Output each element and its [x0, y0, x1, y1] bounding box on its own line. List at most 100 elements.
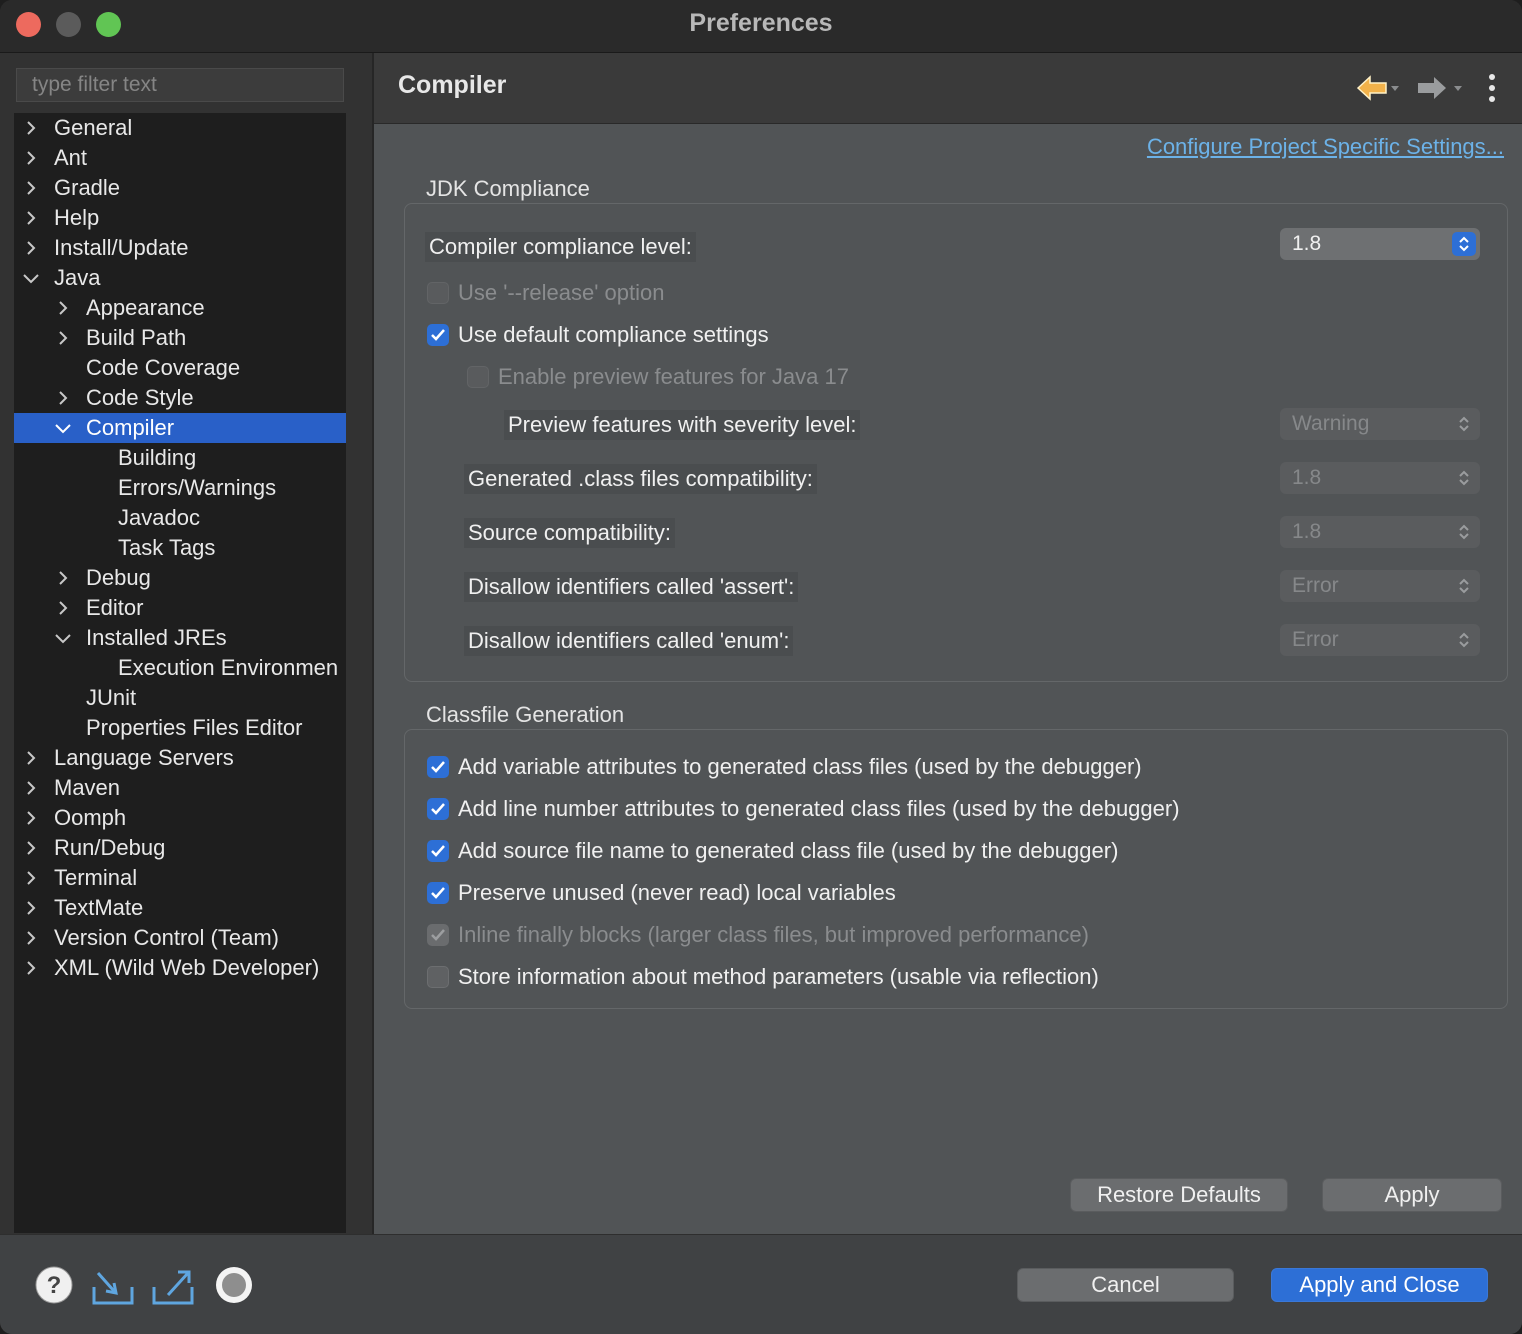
tree-item-help[interactable]: Help — [14, 203, 346, 233]
classfile-option-checkbox[interactable] — [427, 840, 449, 862]
window-title: Preferences — [689, 9, 833, 37]
tree-item-general[interactable]: General — [14, 113, 346, 143]
chevron-down-icon[interactable] — [22, 263, 40, 293]
tree-item-label: General — [54, 115, 133, 140]
tree-item-run-debug[interactable]: Run/Debug — [14, 833, 346, 863]
chevron-right-icon[interactable] — [54, 383, 72, 413]
default-compliance-label: Use default compliance settings — [458, 322, 769, 347]
tree-item-errors-warnings[interactable]: Errors/Warnings — [14, 473, 346, 503]
import-icon[interactable] — [90, 1267, 136, 1312]
tree-item-building[interactable]: Building — [14, 443, 346, 473]
source-compat-value: 1.8 — [1292, 520, 1322, 543]
chevron-right-icon[interactable] — [22, 743, 40, 773]
more-vertical-icon[interactable] — [1484, 73, 1500, 108]
chevron-down-icon[interactable] — [54, 623, 72, 653]
assert-identifier-select[interactable]: Error — [1280, 570, 1480, 602]
tree-item-label: Appearance — [86, 295, 205, 320]
enum-identifier-label: Disallow identifiers called 'enum': — [464, 626, 794, 656]
tree-item-label: Oomph — [54, 805, 127, 830]
tree-item-xml-wild-web-developer[interactable]: XML (Wild Web Developer) — [14, 953, 346, 983]
preview-severity-select[interactable]: Warning — [1280, 408, 1480, 440]
chevron-right-icon[interactable] — [22, 173, 40, 203]
classfile-option-checkbox[interactable] — [427, 924, 449, 946]
jdk-compliance-title: JDK Compliance — [426, 176, 590, 201]
apply-button[interactable]: Apply — [1322, 1178, 1502, 1212]
tree-item-javadoc[interactable]: Javadoc — [14, 503, 346, 533]
release-option-checkbox[interactable] — [427, 282, 449, 304]
tree-item-install-update[interactable]: Install/Update — [14, 233, 346, 263]
apply-and-close-button[interactable]: Apply and Close — [1271, 1268, 1488, 1302]
jdk-compliance-group: Compiler compliance level: 1.8 Use '--re… — [404, 203, 1508, 682]
classfile-generation-title: Classfile Generation — [426, 702, 625, 727]
tree-item-debug[interactable]: Debug — [14, 563, 346, 593]
chevron-right-icon[interactable] — [54, 323, 72, 353]
classfile-option-label: Inline finally blocks (larger class file… — [458, 922, 1089, 947]
preferences-window: Preferences General Ant Gradle Help Install/… — [0, 0, 1522, 1334]
chevron-right-icon[interactable] — [22, 923, 40, 953]
tree-item-gradle[interactable]: Gradle — [14, 173, 346, 203]
chevron-right-icon[interactable] — [22, 203, 40, 233]
tree-item-installed-jres[interactable]: Installed JREs — [14, 623, 346, 653]
class-compat-select[interactable]: 1.8 — [1280, 462, 1480, 494]
tree-item-editor[interactable]: Editor — [14, 593, 346, 623]
preview-features-checkbox[interactable] — [467, 366, 489, 388]
preview-features-label: Enable preview features for Java 17 — [498, 364, 849, 389]
chevron-right-icon[interactable] — [22, 803, 40, 833]
back-arrow-icon[interactable] — [1356, 73, 1400, 108]
chevron-right-icon[interactable] — [22, 833, 40, 863]
classfile-option-checkbox[interactable] — [427, 882, 449, 904]
tree-item-oomph[interactable]: Oomph — [14, 803, 346, 833]
tree-item-ant[interactable]: Ant — [14, 143, 346, 173]
chevron-right-icon[interactable] — [22, 143, 40, 173]
tree-item-code-style[interactable]: Code Style — [14, 383, 346, 413]
chevron-right-icon[interactable] — [22, 953, 40, 983]
chevron-down-icon[interactable] — [54, 413, 72, 443]
tree-item-junit[interactable]: JUnit — [14, 683, 346, 713]
record-icon[interactable] — [214, 1265, 254, 1310]
export-icon[interactable] — [150, 1267, 196, 1312]
enum-identifier-select[interactable]: Error — [1280, 624, 1480, 656]
tree-item-java[interactable]: Java — [14, 263, 346, 293]
tree-item-build-path[interactable]: Build Path — [14, 323, 346, 353]
classfile-generation-group: Add variable attributes to generated cla… — [404, 729, 1508, 1009]
chevron-right-icon[interactable] — [22, 233, 40, 263]
footer-bar: ? Cancel Apply and Close — [0, 1234, 1522, 1334]
tree-item-properties-files-editor[interactable]: Properties Files Editor — [14, 713, 346, 743]
chevron-right-icon[interactable] — [22, 773, 40, 803]
tree-item-compiler[interactable]: Compiler — [14, 413, 346, 443]
default-compliance-checkbox[interactable] — [427, 324, 449, 346]
classfile-option-checkbox[interactable] — [427, 966, 449, 988]
compliance-level-label: Compiler compliance level: — [425, 232, 696, 262]
help-icon[interactable]: ? — [34, 1265, 74, 1310]
chevron-right-icon[interactable] — [22, 863, 40, 893]
tree-item-textmate[interactable]: TextMate — [14, 893, 346, 923]
source-compat-select[interactable]: 1.8 — [1280, 516, 1480, 548]
tree-item-appearance[interactable]: Appearance — [14, 293, 346, 323]
restore-defaults-button[interactable]: Restore Defaults — [1070, 1178, 1288, 1212]
configure-project-specific-link[interactable]: Configure Project Specific Settings... — [1147, 134, 1504, 160]
tree-item-task-tags[interactable]: Task Tags — [14, 533, 346, 563]
tree-item-terminal[interactable]: Terminal — [14, 863, 346, 893]
compliance-level-select[interactable]: 1.8 — [1280, 228, 1480, 260]
chevron-right-icon[interactable] — [54, 293, 72, 323]
tree-item-version-control-team[interactable]: Version Control (Team) — [14, 923, 346, 953]
tree-item-label: Code Coverage — [86, 355, 241, 380]
tree-item-label: Installed JREs — [86, 625, 227, 650]
tree-item-code-coverage[interactable]: Code Coverage — [14, 353, 346, 383]
classfile-option-checkbox[interactable] — [427, 798, 449, 820]
tree-item-execution-environmen[interactable]: Execution Environmen — [14, 653, 346, 683]
updown-arrows-icon — [1452, 520, 1476, 544]
filter-input[interactable] — [16, 68, 344, 102]
chevron-right-icon[interactable] — [22, 893, 40, 923]
forward-arrow-icon[interactable] — [1416, 73, 1464, 108]
cancel-button[interactable]: Cancel — [1017, 1268, 1234, 1302]
tree-item-label: Javadoc — [118, 505, 200, 530]
chevron-right-icon[interactable] — [22, 113, 40, 143]
tree-item-label: Gradle — [54, 175, 121, 200]
tree-item-language-servers[interactable]: Language Servers — [14, 743, 346, 773]
chevron-right-icon[interactable] — [54, 563, 72, 593]
classfile-option-checkbox[interactable] — [427, 756, 449, 778]
tree-item-maven[interactable]: Maven — [14, 773, 346, 803]
chevron-right-icon[interactable] — [54, 593, 72, 623]
tree-item-label: JUnit — [86, 685, 137, 710]
